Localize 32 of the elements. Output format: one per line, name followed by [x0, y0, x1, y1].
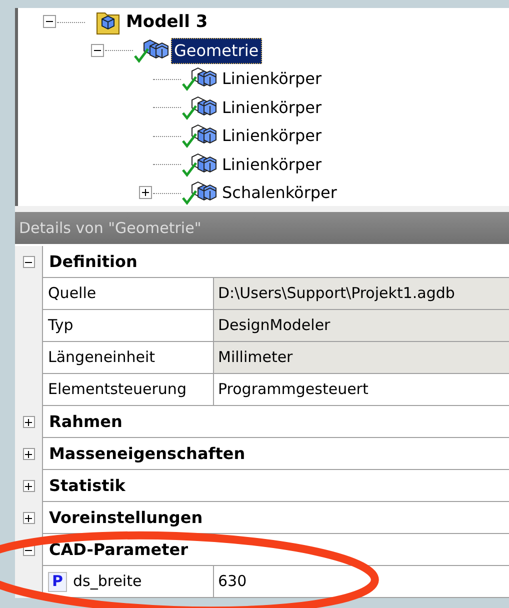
property-name: Elementsteuerung — [42, 374, 213, 406]
tree-item[interactable]: Schalenkörper — [219, 180, 340, 206]
group-toggle[interactable] — [22, 512, 34, 524]
property-value[interactable]: 630 — [213, 566, 509, 598]
property-name: Längeneinheit — [42, 342, 213, 374]
group-header[interactable]: Definition — [42, 246, 509, 278]
tree-item[interactable]: Linienkörper — [219, 123, 325, 150]
panel-header: Details von "Geometrie" — [15, 212, 509, 244]
group-header[interactable]: Rahmen — [42, 406, 509, 438]
tree-item[interactable]: Linienkörper — [219, 66, 325, 92]
tree-item[interactable]: Linienkörper — [219, 152, 325, 178]
property-name: Typ — [42, 310, 213, 342]
property-value[interactable]: Millimeter — [213, 342, 509, 374]
group-toggle[interactable] — [22, 448, 34, 460]
group-header[interactable]: Statistik — [42, 470, 509, 502]
group-toggle[interactable] — [22, 416, 34, 428]
property-value[interactable]: Programmgesteuert — [213, 374, 509, 406]
property-name: Quelle — [42, 278, 213, 310]
group-header[interactable]: Voreinstellungen — [42, 502, 509, 534]
group-header[interactable]: Masseneigenschaften — [42, 438, 509, 470]
tree-item[interactable]: Geometrie — [171, 38, 262, 64]
group-toggle[interactable] — [22, 480, 34, 492]
property-value[interactable]: DesignModeler — [213, 310, 509, 342]
parameter-badge: P — [48, 572, 67, 592]
tree-toggle[interactable] — [91, 44, 104, 57]
property-name: ds_breite — [73, 571, 142, 592]
tree-toggle[interactable] — [43, 15, 56, 28]
tree-item[interactable]: Modell 3 — [123, 8, 211, 36]
property-value[interactable]: D:\Users\Support\Projekt1.agdb — [213, 278, 509, 310]
tree-item[interactable]: Linienkörper — [219, 94, 325, 121]
tree-toggle[interactable] — [139, 186, 152, 200]
group-toggle[interactable] — [22, 256, 34, 268]
